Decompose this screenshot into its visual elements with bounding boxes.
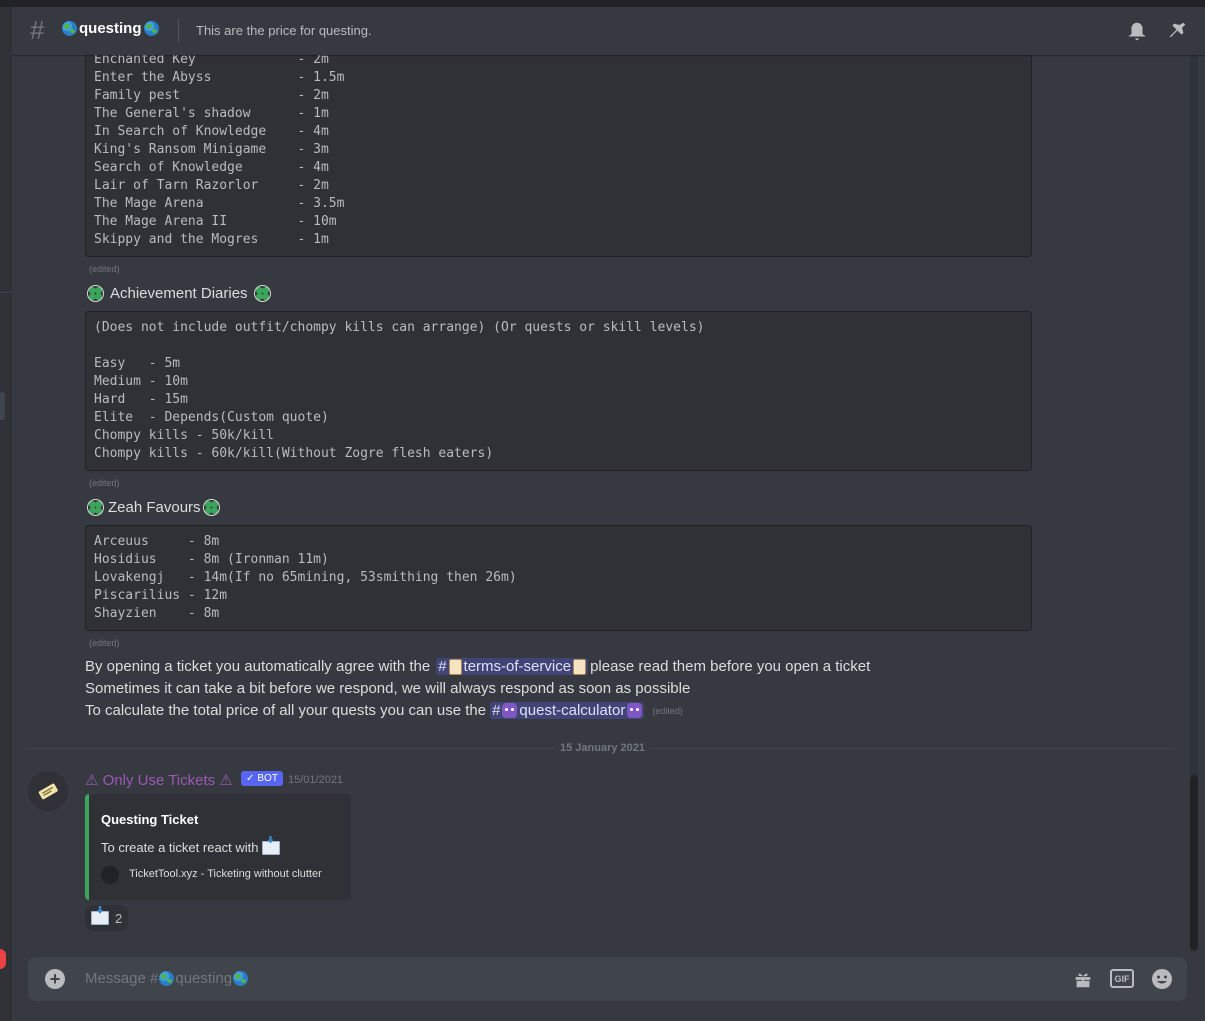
code-line: Search of Knowledge - 4m — [94, 160, 329, 175]
messages-scrollbar[interactable] — [1190, 55, 1198, 952]
bot-badge-label: BOT — [257, 773, 278, 784]
edited-label: (edited) — [89, 264, 120, 274]
scrollbar-thumb[interactable] — [1190, 775, 1198, 950]
embed-description-text: To create a ticket react with — [101, 840, 259, 855]
check-icon: ✓ — [246, 773, 255, 784]
bell-icon[interactable] — [1126, 20, 1148, 42]
clover-icon — [202, 499, 220, 516]
globe-icon — [233, 971, 249, 986]
code-line: Family pest - 2m — [94, 88, 329, 103]
channel-mention-tos[interactable]: # terms-of-service — [436, 658, 589, 675]
achievement-codeblock: (Does not include outfit/chompy kills ca… — [85, 311, 1032, 471]
code-line: Arceuus - 8m — [94, 534, 220, 549]
envelope-icon — [91, 911, 109, 925]
plus-icon[interactable]: + — [45, 969, 65, 989]
code-line: Shayzien - 8m — [94, 606, 220, 621]
ticket-icon — [38, 783, 58, 800]
emoji-icon[interactable] — [1150, 967, 1174, 991]
code-line: Hosidius - 8m (Ironman 11m) — [94, 552, 329, 567]
code-line: The General's shadow - 1m — [94, 106, 329, 121]
code-line: Lovakengj - 14m(If no 65mining, 53smithi… — [94, 570, 517, 585]
code-line: The Mage Arena II - 10m — [94, 214, 337, 229]
scroll-icon — [573, 658, 587, 675]
scroll-icon — [448, 658, 462, 675]
message-input[interactable]: Message # questing — [85, 970, 249, 987]
server-sidebar-edge — [0, 7, 12, 1021]
clover-icon — [87, 285, 104, 302]
channel-topic[interactable]: This are the price for questing. — [196, 23, 372, 38]
code-line: Piscarilius - 12m — [94, 588, 228, 603]
code-line: King's Ransom Minigame - 3m — [94, 142, 329, 157]
header-divider — [178, 19, 179, 43]
channel-header: # questing This are the price for questi… — [12, 7, 1205, 55]
code-line: Lair of Tarn Razorlor - 2m — [94, 178, 329, 193]
gift-icon[interactable] — [1072, 968, 1094, 990]
ticket-embed: Questing Ticket To create a ticket react… — [85, 794, 351, 900]
code-line: In Search of Knowledge - 4m — [94, 124, 329, 139]
gif-icon[interactable]: GIF — [1110, 969, 1134, 988]
globe-icon — [62, 21, 77, 36]
avatar[interactable] — [28, 771, 68, 811]
info-line-2: Sometimes it can take a bit before we re… — [85, 680, 690, 697]
globe-icon — [143, 21, 159, 36]
code-line: The Mage Arena - 3.5m — [94, 196, 345, 211]
bot-badge: ✓ BOT — [241, 771, 283, 786]
info-text: Sometimes it can take a bit before we re… — [85, 680, 691, 697]
channel-mention-calculator[interactable]: # quest-calculator — [490, 702, 645, 719]
embed-description: To create a ticket react with — [101, 840, 280, 855]
envelope-icon — [261, 840, 280, 855]
clover-icon — [253, 285, 271, 302]
placeholder-text: Message # — [85, 970, 159, 987]
channel-title: questing — [62, 20, 159, 37]
reaction-envelope[interactable]: 2 — [85, 905, 129, 931]
info-text: please read them before you open a ticke… — [590, 658, 871, 675]
code-line: Chompy kills - 50k/kill — [94, 428, 275, 443]
alien-icon — [502, 703, 518, 718]
sidebar-indicator — [0, 392, 5, 420]
channel-name: questing — [79, 20, 142, 37]
code-line: (Does not include outfit/chompy kills ca… — [94, 320, 705, 335]
info-text: By opening a ticket you automatically ag… — [85, 658, 431, 675]
globe-icon — [159, 971, 175, 986]
code-line: Elite - Depends(Custom quote) — [94, 410, 329, 425]
quest-prices-codeblock: Enchanted Key - 2m Enter the Abyss - 1.5m… — [85, 41, 1032, 257]
code-line: Hard - 15m — [94, 392, 188, 407]
code-line: Skippy and the Mogres - 1m — [94, 232, 329, 247]
alien-icon — [627, 703, 643, 718]
date-divider-label: 15 January 2021 — [554, 742, 652, 754]
info-text: To calculate the total price of all your… — [85, 702, 487, 719]
code-line: Chompy kills - 60k/kill(Without Zogre fl… — [94, 446, 494, 461]
info-line-3: To calculate the total price of all your… — [85, 702, 683, 719]
zeah-heading-text: Zeah Favours — [108, 499, 201, 516]
channel-mention-label: quest-calculator — [519, 702, 626, 719]
reaction-count: 2 — [115, 910, 123, 926]
edited-label: (edited) — [652, 705, 683, 716]
embed-title: Questing Ticket — [101, 812, 199, 827]
clover-icon — [87, 499, 104, 516]
edited-label: (edited) — [89, 638, 120, 648]
message-timestamp: 15/01/2021 — [288, 774, 344, 786]
zeah-heading: Zeah Favours — [87, 499, 220, 516]
code-line: Enter the Abyss - 1.5m — [94, 70, 345, 85]
channel-mention-label: terms-of-service — [463, 658, 572, 675]
code-line: Medium - 10m — [94, 374, 188, 389]
pin-icon[interactable] — [1166, 20, 1188, 42]
placeholder-channel: questing — [175, 970, 233, 987]
info-line-1: By opening a ticket you automatically ag… — [85, 658, 870, 675]
embed-footer: TicketTool.xyz - Ticketing without clutt… — [129, 868, 322, 880]
sidebar-divider — [0, 292, 12, 293]
message-author[interactable]: ⚠ Only Use Tickets ⚠ — [85, 771, 233, 789]
message-composer[interactable]: + Message # questing GIF — [28, 957, 1187, 1001]
achievement-heading: Achievement Diaries — [87, 285, 271, 302]
achievement-heading-text: Achievement Diaries — [110, 285, 248, 302]
edited-label: (edited) — [89, 478, 120, 488]
window-top-strip — [0, 0, 1205, 7]
hash-icon: # — [30, 15, 45, 45]
zeah-codeblock: Arceuus - 8m Hosidius - 8m (Ironman 11m) L… — [85, 525, 1032, 631]
notification-badge[interactable] — [0, 949, 6, 969]
ticket-icon — [101, 866, 119, 884]
code-line: Easy - 5m — [94, 356, 181, 371]
